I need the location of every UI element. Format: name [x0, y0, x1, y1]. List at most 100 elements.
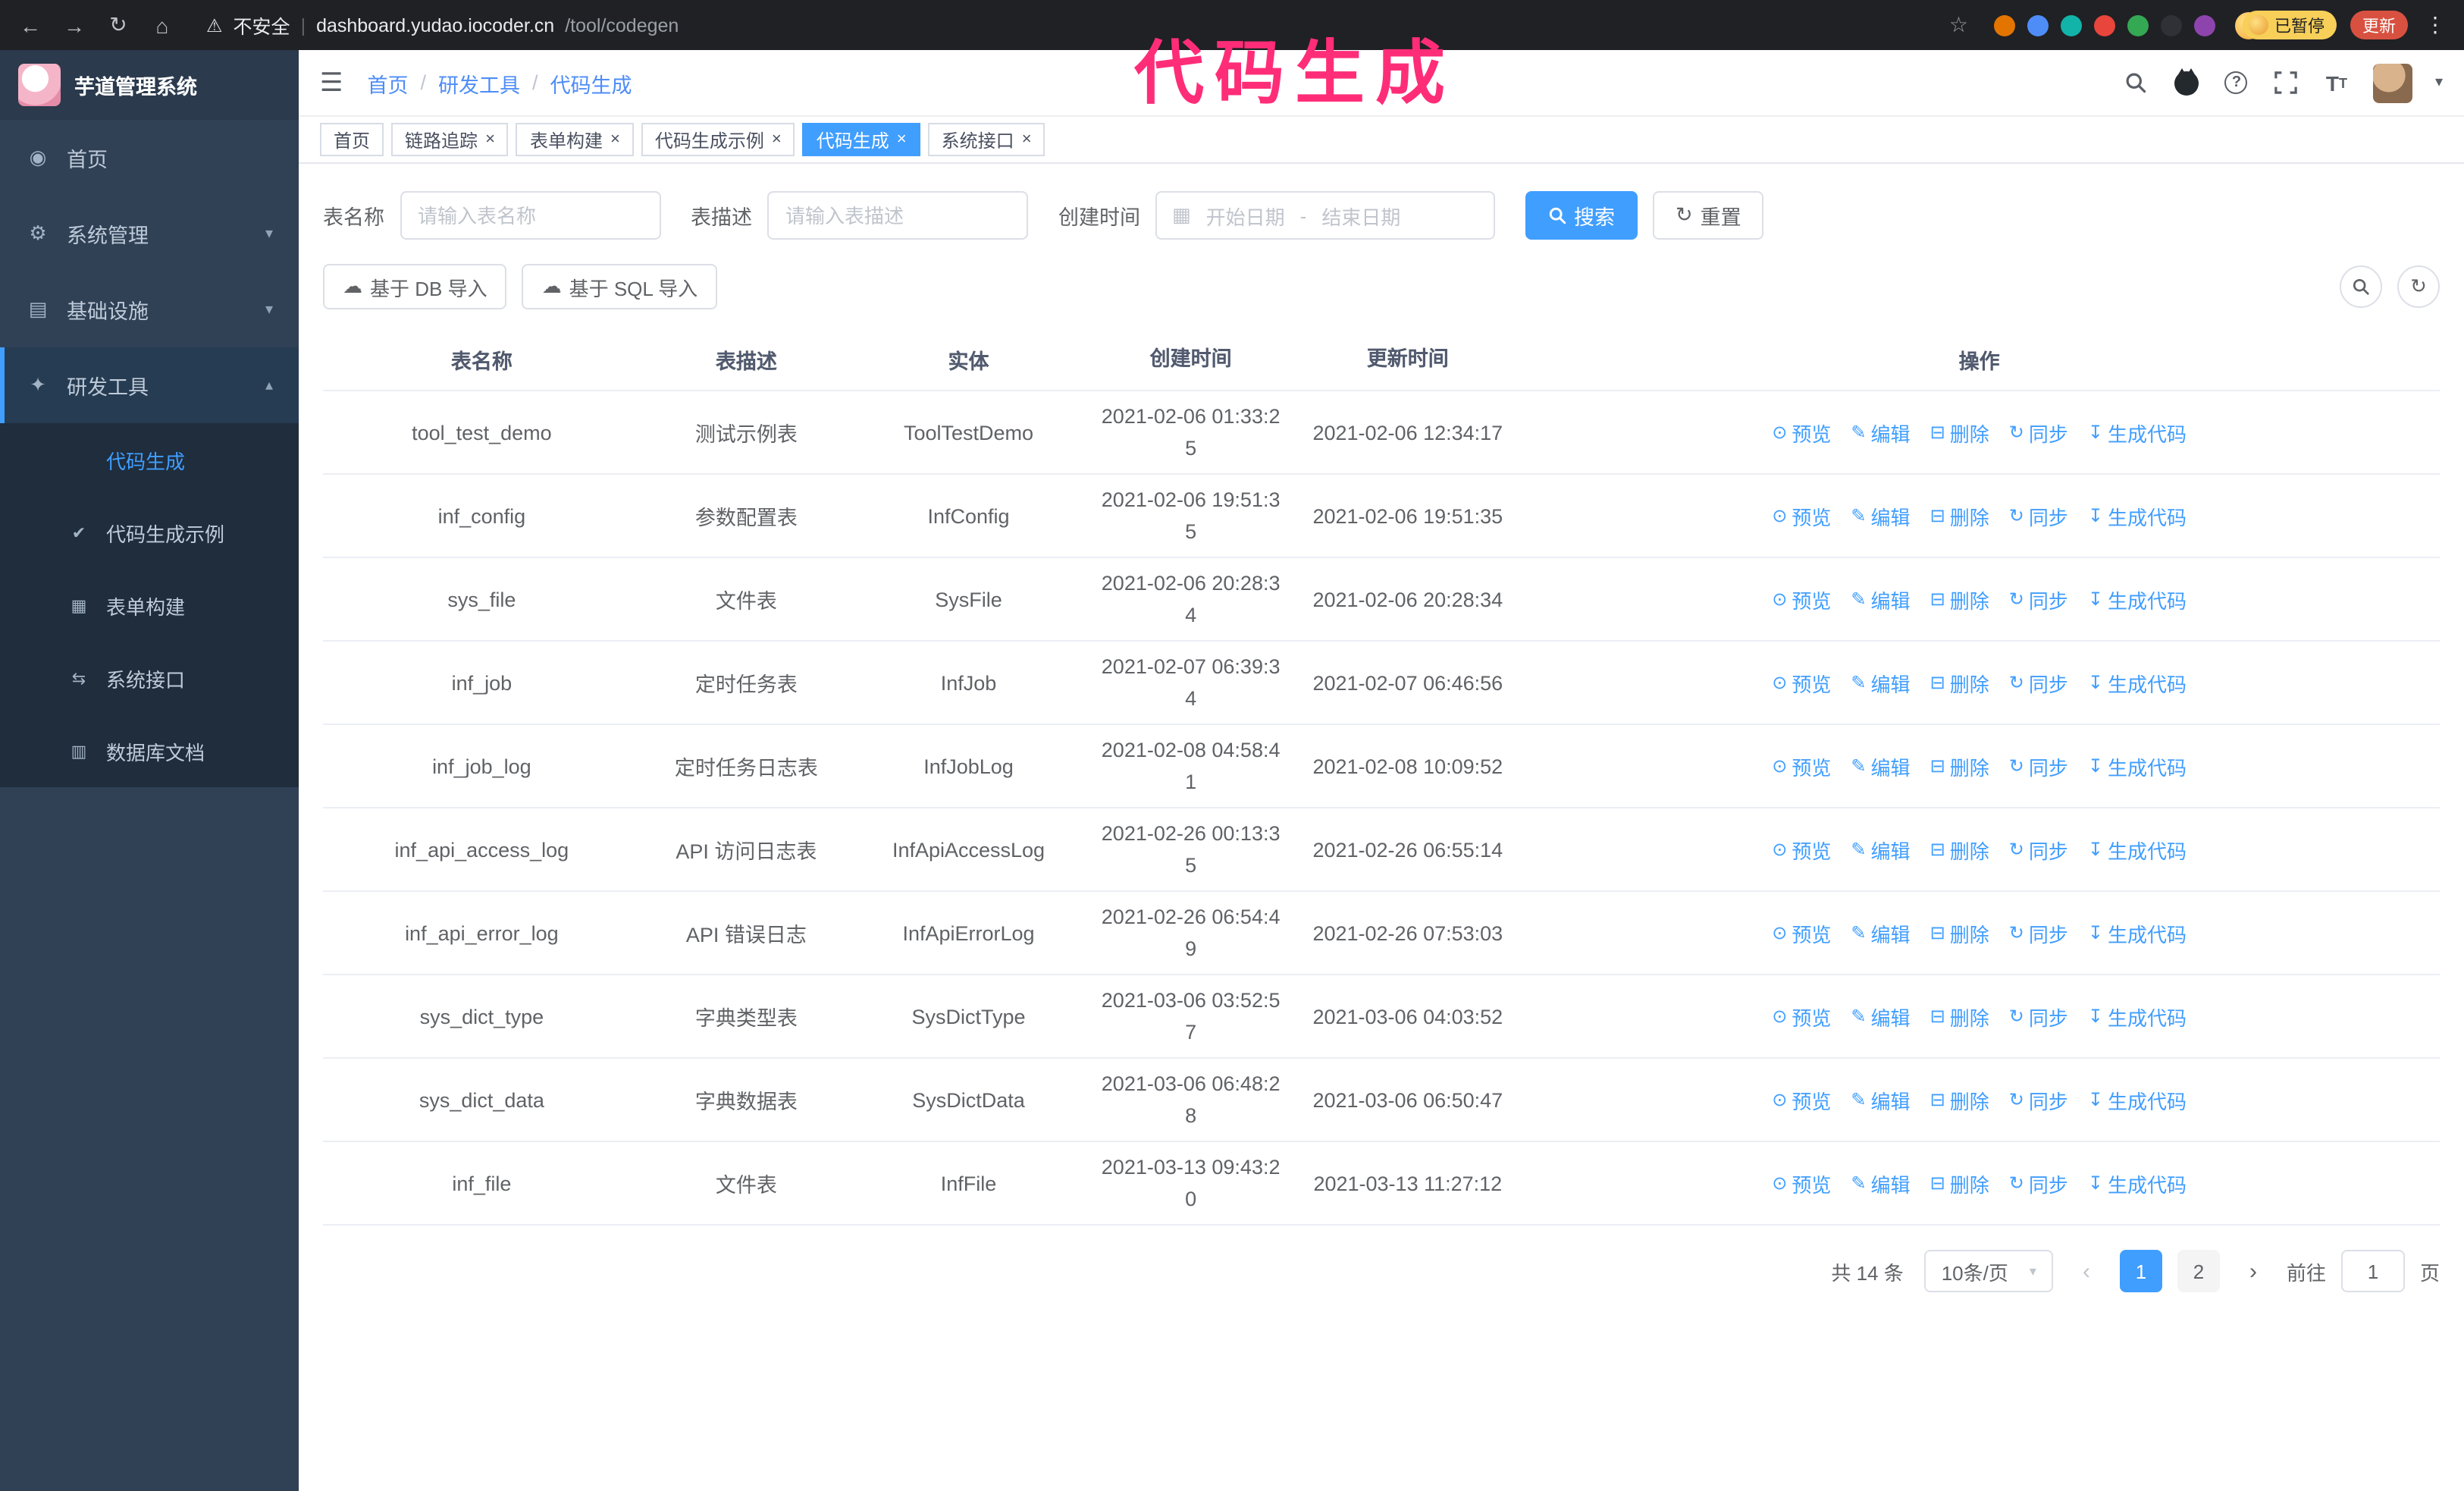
- action-edit-link[interactable]: ✎ 编辑: [1851, 835, 1910, 864]
- action-edit-link[interactable]: ✎ 编辑: [1851, 585, 1910, 614]
- sidebar-subitem-code[interactable]: 代码生成: [0, 423, 299, 496]
- extension-icon[interactable]: [1994, 14, 2015, 36]
- action-delete-link[interactable]: ⊟ 删除: [1930, 752, 1989, 780]
- address-bar[interactable]: ⚠ 不安全 | dashboard.yudao.iocoder.cn/tool/…: [206, 11, 1936, 39]
- sidebar-item-system[interactable]: ⚙ 系统管理 ▾: [0, 196, 299, 272]
- extension-icon[interactable]: [2161, 14, 2182, 36]
- action-eye-link[interactable]: ⊙ 预览: [1772, 668, 1831, 697]
- tab-系统接口[interactable]: 系统接口 ×: [927, 123, 1045, 156]
- home-icon[interactable]: ⌂: [147, 13, 177, 37]
- action-edit-link[interactable]: ✎ 编辑: [1851, 752, 1910, 780]
- action-sync-link[interactable]: ↻ 同步: [2009, 501, 2068, 530]
- prev-page-button[interactable]: ‹: [2068, 1258, 2105, 1284]
- tab-首页[interactable]: 首页: [320, 123, 384, 156]
- extension-icon[interactable]: [2027, 14, 2049, 36]
- action-download-link[interactable]: ↧ 生成代码: [2088, 835, 2187, 864]
- extension-icon[interactable]: [2194, 14, 2215, 36]
- action-edit-link[interactable]: ✎ 编辑: [1851, 668, 1910, 697]
- update-button[interactable]: 更新: [2350, 11, 2408, 39]
- search-icon[interactable]: [2123, 69, 2150, 96]
- action-sync-link[interactable]: ↻ 同步: [2009, 1002, 2068, 1031]
- action-download-link[interactable]: ↧ 生成代码: [2088, 501, 2187, 530]
- action-edit-link[interactable]: ✎ 编辑: [1851, 1169, 1910, 1198]
- fullscreen-icon[interactable]: [2273, 69, 2300, 96]
- action-download-link[interactable]: ↧ 生成代码: [2088, 668, 2187, 697]
- breadcrumb-item[interactable]: 研发工具: [438, 67, 520, 98]
- action-eye-link[interactable]: ⊙ 预览: [1772, 1002, 1831, 1031]
- font-size-icon[interactable]: TT: [2323, 69, 2350, 96]
- back-icon[interactable]: ←: [15, 13, 45, 37]
- sidebar-subitem-api[interactable]: ⇆ 系统接口: [0, 642, 299, 714]
- next-page-button[interactable]: ›: [2235, 1258, 2271, 1284]
- forward-icon[interactable]: →: [59, 13, 89, 37]
- sidebar-item-home[interactable]: ◉ 首页: [0, 120, 299, 196]
- action-sync-link[interactable]: ↻ 同步: [2009, 918, 2068, 947]
- action-eye-link[interactable]: ⊙ 预览: [1772, 1169, 1831, 1198]
- action-download-link[interactable]: ↧ 生成代码: [2088, 1085, 2187, 1114]
- extension-icon[interactable]: [2061, 14, 2082, 36]
- action-delete-link[interactable]: ⊟ 删除: [1930, 1085, 1989, 1114]
- action-eye-link[interactable]: ⊙ 预览: [1772, 835, 1831, 864]
- action-delete-link[interactable]: ⊟ 删除: [1930, 1002, 1989, 1031]
- close-icon[interactable]: ×: [610, 130, 620, 148]
- action-download-link[interactable]: ↧ 生成代码: [2088, 752, 2187, 780]
- action-download-link[interactable]: ↧ 生成代码: [2088, 1002, 2187, 1031]
- bookmark-star-icon[interactable]: ☆: [1949, 12, 1968, 38]
- sidebar-subitem-db[interactable]: ▥ 数据库文档: [0, 714, 299, 787]
- tab-表单构建[interactable]: 表单构建 ×: [516, 123, 634, 156]
- action-delete-link[interactable]: ⊟ 删除: [1930, 418, 1989, 447]
- help-icon[interactable]: ?: [2223, 69, 2250, 96]
- refresh-table-button[interactable]: ↻: [2397, 265, 2440, 308]
- search-button[interactable]: 搜索: [1525, 191, 1638, 240]
- action-delete-link[interactable]: ⊟ 删除: [1930, 918, 1989, 947]
- page-number-1[interactable]: 1: [2119, 1250, 2162, 1292]
- action-edit-link[interactable]: ✎ 编辑: [1851, 1002, 1910, 1031]
- action-eye-link[interactable]: ⊙ 预览: [1772, 752, 1831, 780]
- tab-代码生成示例[interactable]: 代码生成示例 ×: [641, 123, 795, 156]
- action-eye-link[interactable]: ⊙ 预览: [1772, 918, 1831, 947]
- sidebar-subitem-example[interactable]: ✔ 代码生成示例: [0, 496, 299, 569]
- action-sync-link[interactable]: ↻ 同步: [2009, 752, 2068, 780]
- breadcrumb-item[interactable]: 代码生成: [550, 67, 632, 98]
- action-sync-link[interactable]: ↻ 同步: [2009, 1085, 2068, 1114]
- user-avatar[interactable]: [2372, 63, 2412, 102]
- action-edit-link[interactable]: ✎ 编辑: [1851, 918, 1910, 947]
- goto-page-input[interactable]: [2340, 1250, 2405, 1292]
- action-download-link[interactable]: ↧ 生成代码: [2088, 585, 2187, 614]
- toggle-search-button[interactable]: [2340, 265, 2382, 308]
- table-name-input[interactable]: [400, 191, 660, 240]
- close-icon[interactable]: ×: [772, 130, 782, 148]
- reset-button[interactable]: ↻ 重置: [1653, 191, 1764, 240]
- import-sql-button[interactable]: ☁ 基于 SQL 导入: [522, 264, 718, 309]
- tab-链路追踪[interactable]: 链路追踪 ×: [391, 123, 509, 156]
- action-eye-link[interactable]: ⊙ 预览: [1772, 1085, 1831, 1114]
- import-db-button[interactable]: ☁ 基于 DB 导入: [323, 264, 507, 309]
- breadcrumb-item[interactable]: 首页: [368, 67, 409, 98]
- github-icon[interactable]: [2173, 67, 2200, 96]
- action-download-link[interactable]: ↧ 生成代码: [2088, 1169, 2187, 1198]
- action-edit-link[interactable]: ✎ 编辑: [1851, 1085, 1910, 1114]
- action-sync-link[interactable]: ↻ 同步: [2009, 418, 2068, 447]
- close-icon[interactable]: ×: [897, 130, 907, 148]
- tab-代码生成[interactable]: 代码生成 ×: [802, 123, 920, 156]
- hamburger-icon[interactable]: ☰: [320, 67, 343, 98]
- reload-icon[interactable]: ↻: [103, 12, 133, 38]
- action-edit-link[interactable]: ✎ 编辑: [1851, 501, 1910, 530]
- action-download-link[interactable]: ↧ 生成代码: [2088, 418, 2187, 447]
- action-delete-link[interactable]: ⊟ 删除: [1930, 668, 1989, 697]
- action-edit-link[interactable]: ✎ 编辑: [1851, 418, 1910, 447]
- app-logo[interactable]: 芋道管理系统: [0, 50, 299, 120]
- action-delete-link[interactable]: ⊟ 删除: [1930, 501, 1989, 530]
- page-size-select[interactable]: 10条/页 ▾: [1924, 1250, 2053, 1292]
- table-desc-input[interactable]: [767, 191, 1028, 240]
- date-range-picker[interactable]: ▦ 开始日期 - 结束日期: [1155, 191, 1495, 240]
- action-delete-link[interactable]: ⊟ 删除: [1930, 1169, 1989, 1198]
- action-sync-link[interactable]: ↻ 同步: [2009, 668, 2068, 697]
- sidebar-item-tools[interactable]: ✦ 研发工具 ▴: [0, 347, 299, 423]
- action-sync-link[interactable]: ↻ 同步: [2009, 835, 2068, 864]
- action-sync-link[interactable]: ↻ 同步: [2009, 1169, 2068, 1198]
- action-sync-link[interactable]: ↻ 同步: [2009, 585, 2068, 614]
- page-number-2[interactable]: 2: [2177, 1250, 2220, 1292]
- paused-badge[interactable]: 已暂停: [2243, 11, 2337, 39]
- action-eye-link[interactable]: ⊙ 预览: [1772, 501, 1831, 530]
